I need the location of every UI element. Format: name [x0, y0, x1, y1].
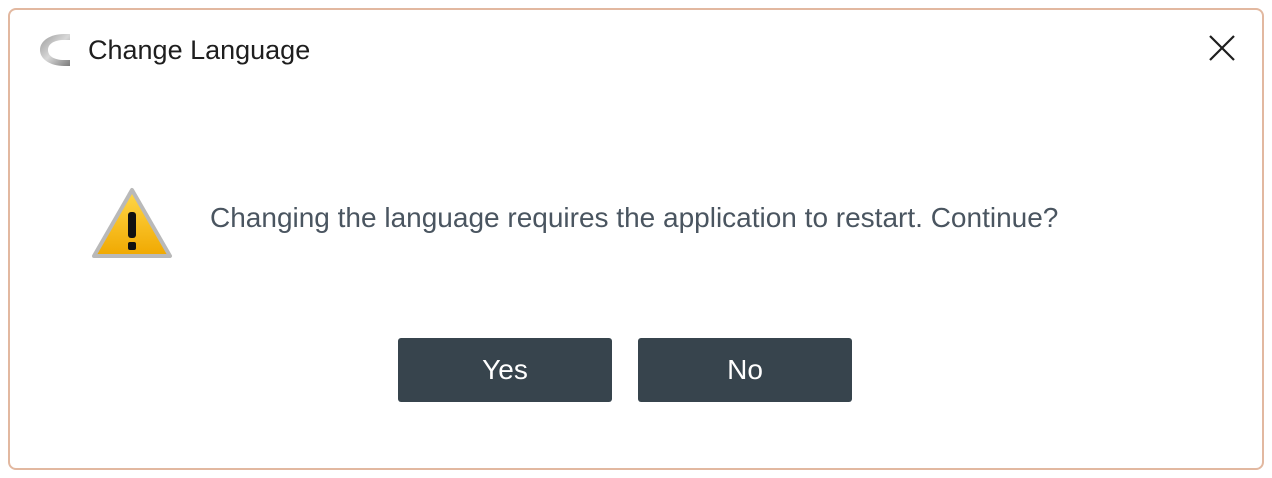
close-icon — [1209, 35, 1235, 61]
dialog-titlebar: Change Language — [10, 10, 1262, 90]
yes-button[interactable]: Yes — [398, 338, 612, 402]
warning-icon — [90, 186, 174, 262]
dialog-title: Change Language — [88, 35, 311, 65]
dialog-content: Changing the language requires the appli… — [10, 90, 1262, 470]
app-logo-icon — [34, 30, 72, 70]
dialog-message: Changing the language requires the appli… — [210, 202, 1059, 233]
no-button[interactable]: No — [638, 338, 852, 402]
change-language-dialog: Change Language Changing the language re… — [8, 8, 1264, 470]
close-button[interactable] — [1200, 26, 1244, 70]
